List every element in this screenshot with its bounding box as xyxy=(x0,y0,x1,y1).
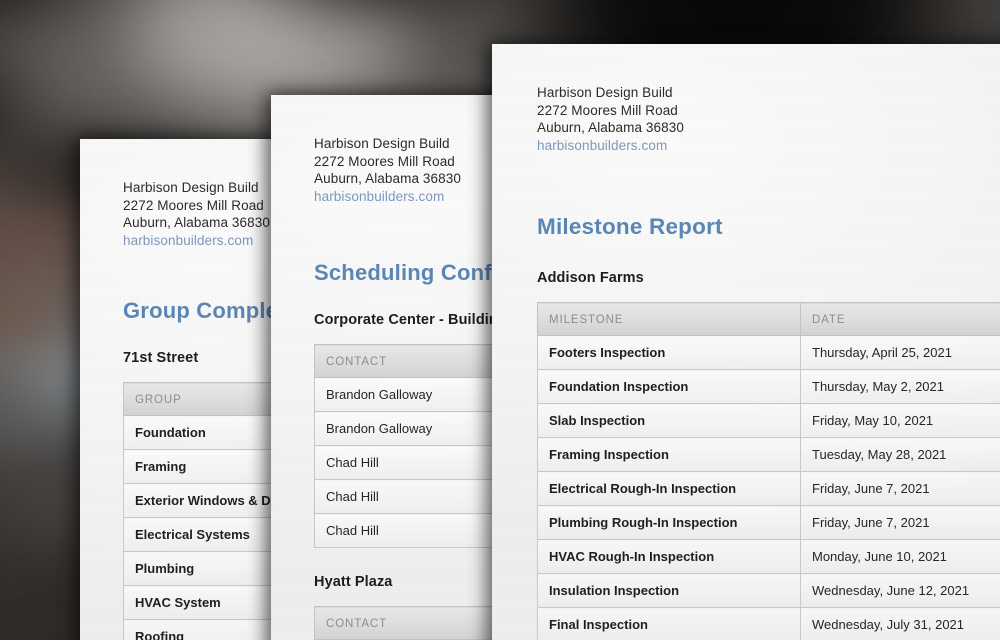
document-body: Harbison Design Build 2272 Moores Mill R… xyxy=(492,44,1000,640)
table-row[interactable]: Insulation Inspection Wednesday, June 12… xyxy=(537,573,1000,609)
table-row[interactable]: Plumbing Rough-In Inspection Friday, Jun… xyxy=(537,505,1000,541)
table-row[interactable]: Foundation Inspection Thursday, May 2, 2… xyxy=(537,369,1000,405)
table-head: MILESTONE DATE xyxy=(537,302,1000,337)
cell-milestone: Slab Inspection xyxy=(537,403,801,439)
cell-date: Friday, May 10, 2021 xyxy=(800,403,1000,439)
cell-milestone: Framing Inspection xyxy=(537,437,801,473)
company-street: 2272 Moores Mill Road xyxy=(537,102,678,118)
cell-milestone: Final Inspection xyxy=(537,607,801,640)
company-name: Harbison Design Build xyxy=(537,85,673,100)
cell-date: Friday, June 7, 2021 xyxy=(800,471,1000,507)
table-row[interactable]: Electrical Rough-In Inspection Friday, J… xyxy=(537,471,1000,507)
column-header-milestone: MILESTONE xyxy=(537,302,801,337)
milestone-report-table: MILESTONE DATE Footers Inspection Thursd… xyxy=(537,302,1000,640)
column-header-date: DATE xyxy=(800,302,1000,337)
table-header-row: MILESTONE DATE xyxy=(537,302,1000,337)
cell-date: Thursday, April 25, 2021 xyxy=(800,335,1000,371)
project-name: Addison Farms xyxy=(537,270,644,287)
company-address-block: Harbison Design Build 2272 Moores Mill R… xyxy=(537,84,1000,154)
table-body: Footers Inspection Thursday, April 25, 2… xyxy=(537,335,1000,640)
cell-date: Monday, June 10, 2021 xyxy=(800,539,1000,575)
cell-milestone: HVAC Rough-In Inspection xyxy=(537,539,801,575)
company-website-link[interactable]: harbisonbuilders.com xyxy=(537,137,1000,155)
table-row[interactable]: Slab Inspection Friday, May 10, 2021 xyxy=(537,403,1000,439)
report-title: Milestone Report xyxy=(537,214,723,240)
cell-date: Wednesday, July 31, 2021 xyxy=(800,607,1000,640)
cell-milestone: Footers Inspection xyxy=(537,335,801,371)
table-row[interactable]: Final Inspection Wednesday, July 31, 202… xyxy=(537,607,1000,640)
cell-date: Tuesday, May 28, 2021 xyxy=(800,437,1000,473)
cell-date: Thursday, May 2, 2021 xyxy=(800,369,1000,405)
cell-date: Friday, June 7, 2021 xyxy=(800,505,1000,541)
table-row[interactable]: HVAC Rough-In Inspection Monday, June 10… xyxy=(537,539,1000,575)
cell-milestone: Plumbing Rough-In Inspection xyxy=(537,505,801,541)
table-row[interactable]: Footers Inspection Thursday, April 25, 2… xyxy=(537,335,1000,371)
cell-date: Wednesday, June 12, 2021 xyxy=(800,573,1000,609)
screenshot-stage: Harbison Design Build 2272 Moores Mill R… xyxy=(0,0,1000,640)
cell-milestone: Foundation Inspection xyxy=(537,369,801,405)
company-city-state-zip: Auburn, Alabama 36830 xyxy=(537,120,684,136)
cell-milestone: Insulation Inspection xyxy=(537,573,801,609)
cell-milestone: Electrical Rough-In Inspection xyxy=(537,471,801,507)
table-row[interactable]: Framing Inspection Tuesday, May 28, 2021 xyxy=(537,437,1000,473)
document-card-milestone-report[interactable]: Harbison Design Build 2272 Moores Mill R… xyxy=(492,44,1000,640)
